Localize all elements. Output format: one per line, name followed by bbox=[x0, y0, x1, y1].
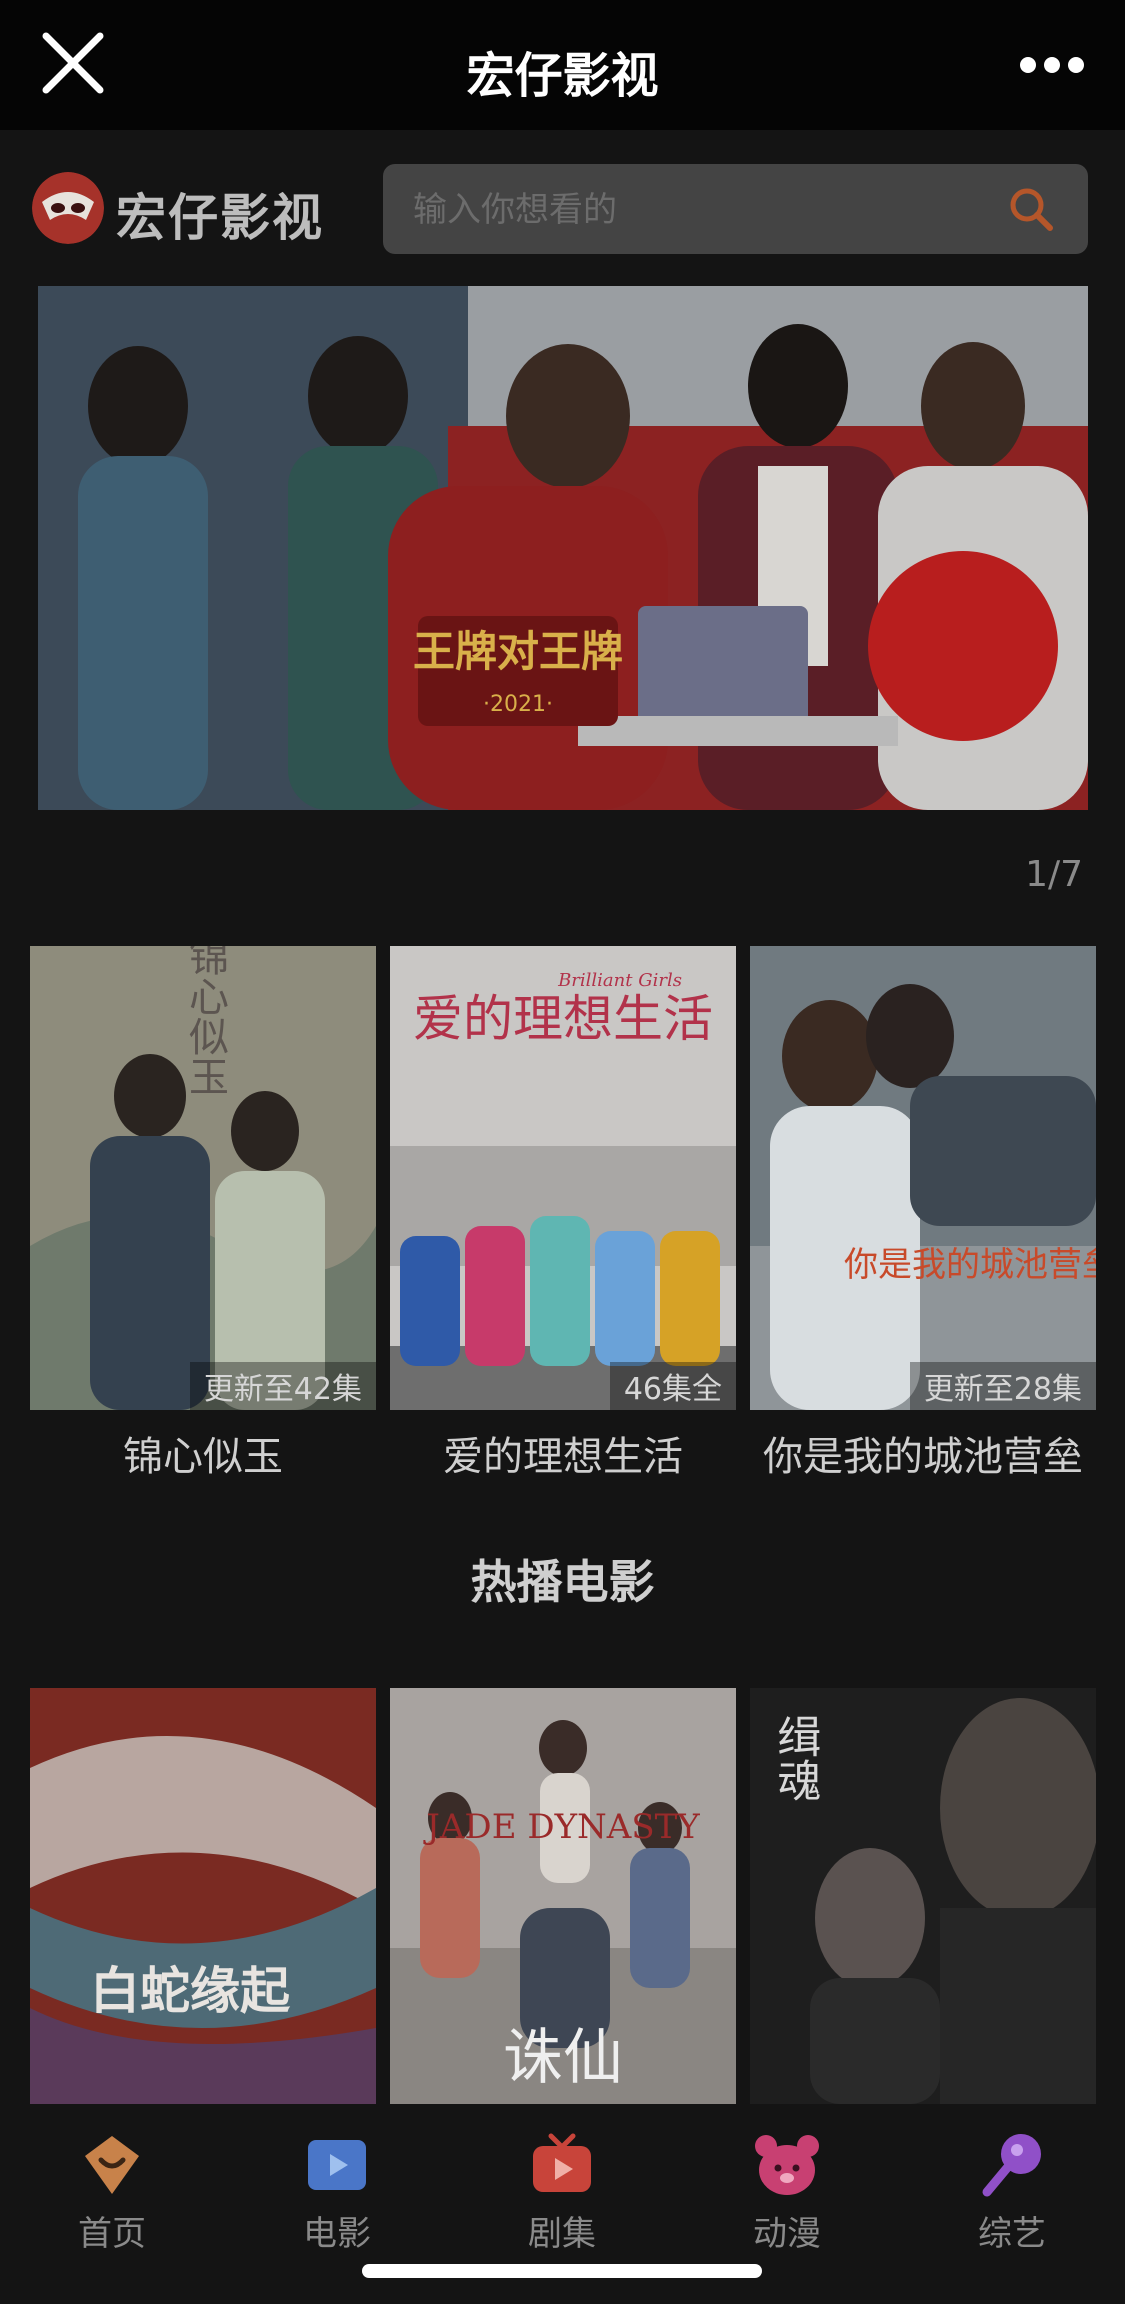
tab-series[interactable]: 剧集 bbox=[482, 2130, 642, 2255]
tab-variety[interactable]: 综艺 bbox=[932, 2130, 1092, 2255]
banner-year: ·2021· bbox=[483, 692, 553, 717]
movie-poster-1[interactable]: 白蛇缘起 bbox=[30, 1688, 376, 2104]
more-icon[interactable] bbox=[1019, 50, 1085, 80]
poster-subtext: 诛仙 bbox=[503, 2023, 623, 2093]
poster-text: JADE DYNASTY bbox=[423, 1807, 700, 1847]
poster-image: 白蛇缘起 bbox=[30, 1688, 376, 2104]
logo-mark-icon bbox=[32, 172, 104, 244]
tab-label: 综艺 bbox=[978, 2214, 1046, 2254]
tab-label: 电影 bbox=[303, 2214, 371, 2254]
poster-text: 爱的理想生活 bbox=[413, 990, 713, 1048]
page-title: 宏仔影视 bbox=[466, 48, 659, 104]
banner-caption: 王牌对王牌 bbox=[413, 627, 623, 676]
search-bar[interactable] bbox=[383, 164, 1088, 256]
series-title-1[interactable]: 锦心似玉 bbox=[30, 1432, 376, 1482]
series-poster-2[interactable]: 爱的理想生活 Brilliant Girls 46集全 bbox=[390, 946, 736, 1410]
poster-subtext: Brilliant Girls bbox=[557, 970, 682, 991]
episode-badge: 46集全 bbox=[609, 1362, 736, 1410]
series-title-3[interactable]: 你是我的城池营垒 bbox=[750, 1432, 1096, 1482]
home-indicator bbox=[362, 2264, 762, 2278]
home-icon bbox=[85, 2136, 139, 2194]
logo-text: 宏仔影视 bbox=[116, 189, 324, 247]
bear-icon bbox=[755, 2135, 819, 2195]
movie-poster-2[interactable]: JADE DYNASTY 诛仙 bbox=[390, 1688, 736, 2104]
section-title: 热播电影 bbox=[470, 1555, 655, 1609]
poster-image: 锦心似玉 bbox=[30, 946, 376, 1410]
series-poster-3[interactable]: 你是我的城池营垒 更新至28集 bbox=[750, 946, 1096, 1410]
episode-badge: 更新至28集 bbox=[909, 1362, 1096, 1410]
film-icon bbox=[308, 2140, 366, 2190]
poster-image: 爱的理想生活 Brilliant Girls bbox=[390, 946, 736, 1410]
banner-image: 王牌对王牌 ·2021· bbox=[38, 286, 1088, 810]
poster-text: 你是我的城池营垒 bbox=[844, 1245, 1096, 1285]
tab-label: 首页 bbox=[78, 2214, 146, 2254]
tab-movies[interactable]: 电影 bbox=[257, 2130, 417, 2255]
mic-icon bbox=[982, 2134, 1041, 2197]
app-logo: 宏仔影视 bbox=[32, 172, 342, 247]
tab-home[interactable]: 首页 bbox=[32, 2130, 192, 2255]
episode-badge: 更新至42集 bbox=[189, 1362, 376, 1410]
poster-text: 缉魂 bbox=[770, 1714, 821, 1802]
banner-pager: 1/7 bbox=[1025, 854, 1083, 895]
tab-anime[interactable]: 动漫 bbox=[707, 2130, 867, 2255]
poster-image: 缉魂 bbox=[750, 1688, 1096, 2104]
movie-poster-3[interactable]: 缉魂 bbox=[750, 1688, 1096, 2104]
top-bar: 宏仔影视 bbox=[0, 0, 1125, 130]
poster-image: 你是我的城池营垒 bbox=[750, 946, 1096, 1410]
series-poster-1[interactable]: 锦心似玉 更新至42集 bbox=[30, 946, 376, 1410]
poster-text: 锦心似玉 bbox=[182, 946, 229, 1096]
tab-label: 剧集 bbox=[528, 2214, 596, 2254]
poster-image: JADE DYNASTY 诛仙 bbox=[390, 1688, 736, 2104]
tv-icon bbox=[533, 2133, 591, 2192]
tab-label: 动漫 bbox=[753, 2214, 821, 2254]
series-title-2[interactable]: 爱的理想生活 bbox=[390, 1432, 736, 1482]
hero-banner[interactable]: 王牌对王牌 ·2021· bbox=[38, 286, 1088, 810]
poster-text: 白蛇缘起 bbox=[90, 1961, 291, 2020]
search-icon[interactable] bbox=[1008, 186, 1054, 232]
search-input[interactable] bbox=[411, 164, 975, 256]
